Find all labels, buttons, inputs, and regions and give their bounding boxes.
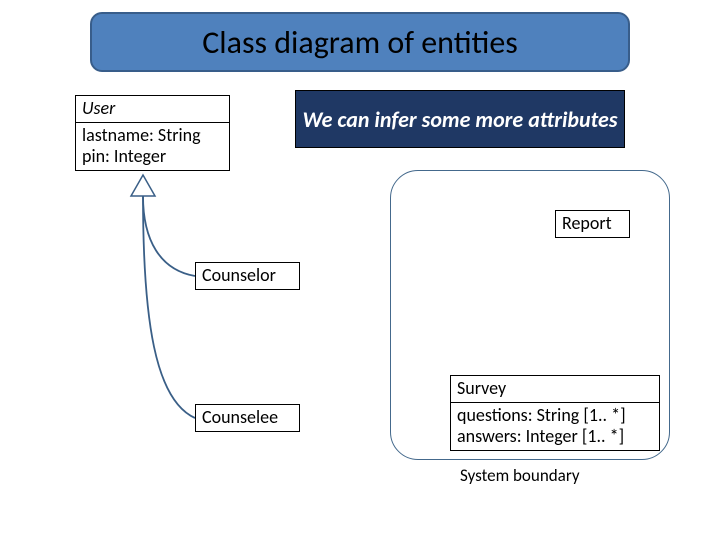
class-survey: Survey questions: String [1.. *] answers…: [450, 375, 660, 451]
class-counselee: Counselee: [195, 404, 300, 432]
class-report: Report: [555, 210, 630, 238]
class-counselor-name: Counselor: [196, 263, 299, 289]
class-user: User lastname: String pin: Integer: [75, 95, 230, 171]
class-user-name: User: [76, 96, 229, 123]
class-user-attrs: lastname: String pin: Integer: [76, 123, 229, 170]
attr-answers: answers: Integer [1.. *]: [457, 426, 653, 448]
class-survey-name: Survey: [451, 376, 659, 403]
attr-questions: questions: String [1.. *]: [457, 405, 653, 427]
callout-box: We can infer some more attributes: [295, 90, 625, 148]
edge-user-counselor: [143, 196, 195, 276]
class-report-name: Report: [556, 211, 629, 237]
attr-pin: pin: Integer: [82, 146, 223, 168]
boundary-label: System boundary: [460, 465, 580, 486]
attr-lastname: lastname: String: [82, 125, 223, 147]
class-counselor: Counselor: [195, 262, 300, 290]
class-survey-attrs: questions: String [1.. *] answers: Integ…: [451, 403, 659, 450]
slide-title: Class diagram of entities: [90, 12, 630, 72]
slide-title-text: Class diagram of entities: [202, 23, 518, 62]
generalization-arrowhead: [131, 175, 155, 196]
callout-text: We can infer some more attributes: [302, 106, 617, 133]
edge-user-counselee: [143, 196, 195, 418]
class-counselee-name: Counselee: [196, 405, 299, 431]
